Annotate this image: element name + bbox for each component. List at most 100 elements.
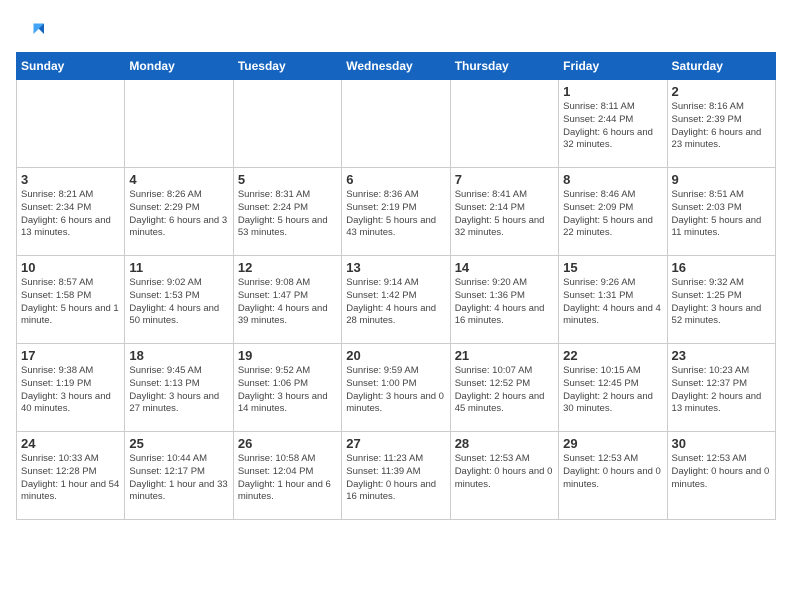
weekday-header-friday: Friday	[559, 53, 667, 80]
calendar-cell: 4Sunrise: 8:26 AM Sunset: 2:29 PM Daylig…	[125, 168, 233, 256]
day-info: Sunrise: 10:15 AM Sunset: 12:45 PM Dayli…	[563, 365, 662, 416]
day-info: Sunrise: 8:11 AM Sunset: 2:44 PM Dayligh…	[563, 101, 662, 152]
calendar-cell	[342, 80, 450, 168]
week-row-1: 3Sunrise: 8:21 AM Sunset: 2:34 PM Daylig…	[17, 168, 776, 256]
day-number: 18	[129, 348, 228, 363]
day-info: Sunrise: 10:33 AM Sunset: 12:28 PM Dayli…	[21, 453, 120, 504]
day-info: Sunrise: 8:16 AM Sunset: 2:39 PM Dayligh…	[672, 101, 771, 152]
calendar-cell: 30 Sunset: 12:53 AM Daylight: 0 hours and…	[667, 432, 775, 520]
calendar-cell	[450, 80, 558, 168]
day-number: 25	[129, 436, 228, 451]
day-number: 9	[672, 172, 771, 187]
calendar-cell: 23 Sunrise: 10:23 AM Sunset: 12:37 PM Day…	[667, 344, 775, 432]
calendar-cell: 29 Sunset: 12:53 AM Daylight: 0 hours and…	[559, 432, 667, 520]
day-number: 27	[346, 436, 445, 451]
weekday-header-thursday: Thursday	[450, 53, 558, 80]
day-number: 12	[238, 260, 337, 275]
calendar-cell: 21 Sunrise: 10:07 AM Sunset: 12:52 PM Day…	[450, 344, 558, 432]
day-number: 23	[672, 348, 771, 363]
weekday-header-tuesday: Tuesday	[233, 53, 341, 80]
calendar-cell: 7 Sunrise: 8:41 AM Sunset: 2:14 PM Daylig…	[450, 168, 558, 256]
day-info: Sunrise: 8:57 AM Sunset: 1:58 PM Dayligh…	[21, 277, 120, 328]
calendar-cell: 8 Sunrise: 8:46 AM Sunset: 2:09 PM Daylig…	[559, 168, 667, 256]
day-info: Sunrise: 8:31 AM Sunset: 2:24 PM Dayligh…	[238, 189, 337, 240]
weekday-header-monday: Monday	[125, 53, 233, 80]
calendar-cell: 24 Sunrise: 10:33 AM Sunset: 12:28 PM Day…	[17, 432, 125, 520]
day-number: 10	[21, 260, 120, 275]
calendar-cell: 10 Sunrise: 8:57 AM Sunset: 1:58 PM Dayli…	[17, 256, 125, 344]
calendar-header: SundayMondayTuesdayWednesdayThursdayFrid…	[17, 53, 776, 80]
day-number: 8	[563, 172, 662, 187]
calendar-cell: 9 Sunrise: 8:51 AM Sunset: 2:03 PM Daylig…	[667, 168, 775, 256]
calendar-cell: 13Sunrise: 9:14 AM Sunset: 1:42 PM Dayli…	[342, 256, 450, 344]
calendar-table: SundayMondayTuesdayWednesdayThursdayFrid…	[16, 52, 776, 520]
day-number: 7	[455, 172, 554, 187]
day-number: 19	[238, 348, 337, 363]
header	[16, 16, 776, 48]
calendar-cell: 2 Sunrise: 8:16 AM Sunset: 2:39 PM Daylig…	[667, 80, 775, 168]
day-info: Sunrise: 11:23 AM Sunset: 11:39 AM Dayli…	[346, 453, 445, 504]
day-number: 3	[21, 172, 120, 187]
logo	[16, 20, 46, 48]
calendar-cell: 25 Sunrise: 10:44 AM Sunset: 12:17 PM Day…	[125, 432, 233, 520]
calendar-cell: 14 Sunrise: 9:20 AM Sunset: 1:36 PM Dayli…	[450, 256, 558, 344]
day-number: 29	[563, 436, 662, 451]
calendar-body: 1 Sunrise: 8:11 AM Sunset: 2:44 PM Daylig…	[17, 80, 776, 520]
day-info: Sunrise: 8:36 AM Sunset: 2:19 PM Dayligh…	[346, 189, 445, 240]
day-number: 16	[672, 260, 771, 275]
calendar-cell: 20Sunrise: 9:59 AM Sunset: 1:00 PM Dayli…	[342, 344, 450, 432]
calendar-cell: 28 Sunset: 12:53 AM Daylight: 0 hours and…	[450, 432, 558, 520]
day-number: 30	[672, 436, 771, 451]
calendar-cell: 15 Sunrise: 9:26 AM Sunset: 1:31 PM Dayli…	[559, 256, 667, 344]
day-info: Sunrise: 9:32 AM Sunset: 1:25 PM Dayligh…	[672, 277, 771, 328]
calendar-cell: 26 Sunrise: 10:58 AM Sunset: 12:04 PM Day…	[233, 432, 341, 520]
day-number: 6	[346, 172, 445, 187]
day-number: 14	[455, 260, 554, 275]
day-info: Sunrise: 8:41 AM Sunset: 2:14 PM Dayligh…	[455, 189, 554, 240]
day-info: Sunrise: 9:14 AM Sunset: 1:42 PM Dayligh…	[346, 277, 445, 328]
day-info: Sunrise: 9:45 AM Sunset: 1:13 PM Dayligh…	[129, 365, 228, 416]
day-info: Sunrise: 8:51 AM Sunset: 2:03 PM Dayligh…	[672, 189, 771, 240]
day-info: Sunrise: 9:20 AM Sunset: 1:36 PM Dayligh…	[455, 277, 554, 328]
day-info: Sunrise: 10:07 AM Sunset: 12:52 PM Dayli…	[455, 365, 554, 416]
day-info: Sunset: 12:53 AM Daylight: 0 hours and 0…	[563, 453, 662, 491]
day-info: Sunrise: 9:08 AM Sunset: 1:47 PM Dayligh…	[238, 277, 337, 328]
calendar-cell: 17Sunrise: 9:38 AM Sunset: 1:19 PM Dayli…	[17, 344, 125, 432]
day-info: Sunrise: 9:38 AM Sunset: 1:19 PM Dayligh…	[21, 365, 120, 416]
week-row-3: 17Sunrise: 9:38 AM Sunset: 1:19 PM Dayli…	[17, 344, 776, 432]
day-number: 2	[672, 84, 771, 99]
calendar-cell	[233, 80, 341, 168]
day-number: 1	[563, 84, 662, 99]
calendar-cell: 27 Sunrise: 11:23 AM Sunset: 11:39 AM Day…	[342, 432, 450, 520]
day-number: 26	[238, 436, 337, 451]
week-row-2: 10 Sunrise: 8:57 AM Sunset: 1:58 PM Dayli…	[17, 256, 776, 344]
day-number: 11	[129, 260, 228, 275]
calendar-cell: 11Sunrise: 9:02 AM Sunset: 1:53 PM Dayli…	[125, 256, 233, 344]
day-info: Sunset: 12:53 AM Daylight: 0 hours and 0…	[672, 453, 771, 491]
weekday-header-saturday: Saturday	[667, 53, 775, 80]
calendar-cell: 12 Sunrise: 9:08 AM Sunset: 1:47 PM Dayli…	[233, 256, 341, 344]
week-row-0: 1 Sunrise: 8:11 AM Sunset: 2:44 PM Daylig…	[17, 80, 776, 168]
weekday-header-row: SundayMondayTuesdayWednesdayThursdayFrid…	[17, 53, 776, 80]
day-number: 24	[21, 436, 120, 451]
day-info: Sunset: 12:53 AM Daylight: 0 hours and 0…	[455, 453, 554, 491]
day-number: 4	[129, 172, 228, 187]
day-number: 21	[455, 348, 554, 363]
calendar-cell: 22 Sunrise: 10:15 AM Sunset: 12:45 PM Day…	[559, 344, 667, 432]
calendar-cell: 3Sunrise: 8:21 AM Sunset: 2:34 PM Daylig…	[17, 168, 125, 256]
calendar-cell: 16 Sunrise: 9:32 AM Sunset: 1:25 PM Dayli…	[667, 256, 775, 344]
day-number: 22	[563, 348, 662, 363]
day-number: 20	[346, 348, 445, 363]
day-number: 28	[455, 436, 554, 451]
day-number: 5	[238, 172, 337, 187]
calendar-cell: 5 Sunrise: 8:31 AM Sunset: 2:24 PM Daylig…	[233, 168, 341, 256]
weekday-header-sunday: Sunday	[17, 53, 125, 80]
day-info: Sunrise: 8:46 AM Sunset: 2:09 PM Dayligh…	[563, 189, 662, 240]
logo-icon	[16, 20, 44, 48]
day-info: Sunrise: 10:58 AM Sunset: 12:04 PM Dayli…	[238, 453, 337, 504]
day-info: Sunrise: 10:44 AM Sunset: 12:17 PM Dayli…	[129, 453, 228, 504]
day-number: 15	[563, 260, 662, 275]
day-info: Sunrise: 9:26 AM Sunset: 1:31 PM Dayligh…	[563, 277, 662, 328]
weekday-header-wednesday: Wednesday	[342, 53, 450, 80]
day-info: Sunrise: 10:23 AM Sunset: 12:37 PM Dayli…	[672, 365, 771, 416]
